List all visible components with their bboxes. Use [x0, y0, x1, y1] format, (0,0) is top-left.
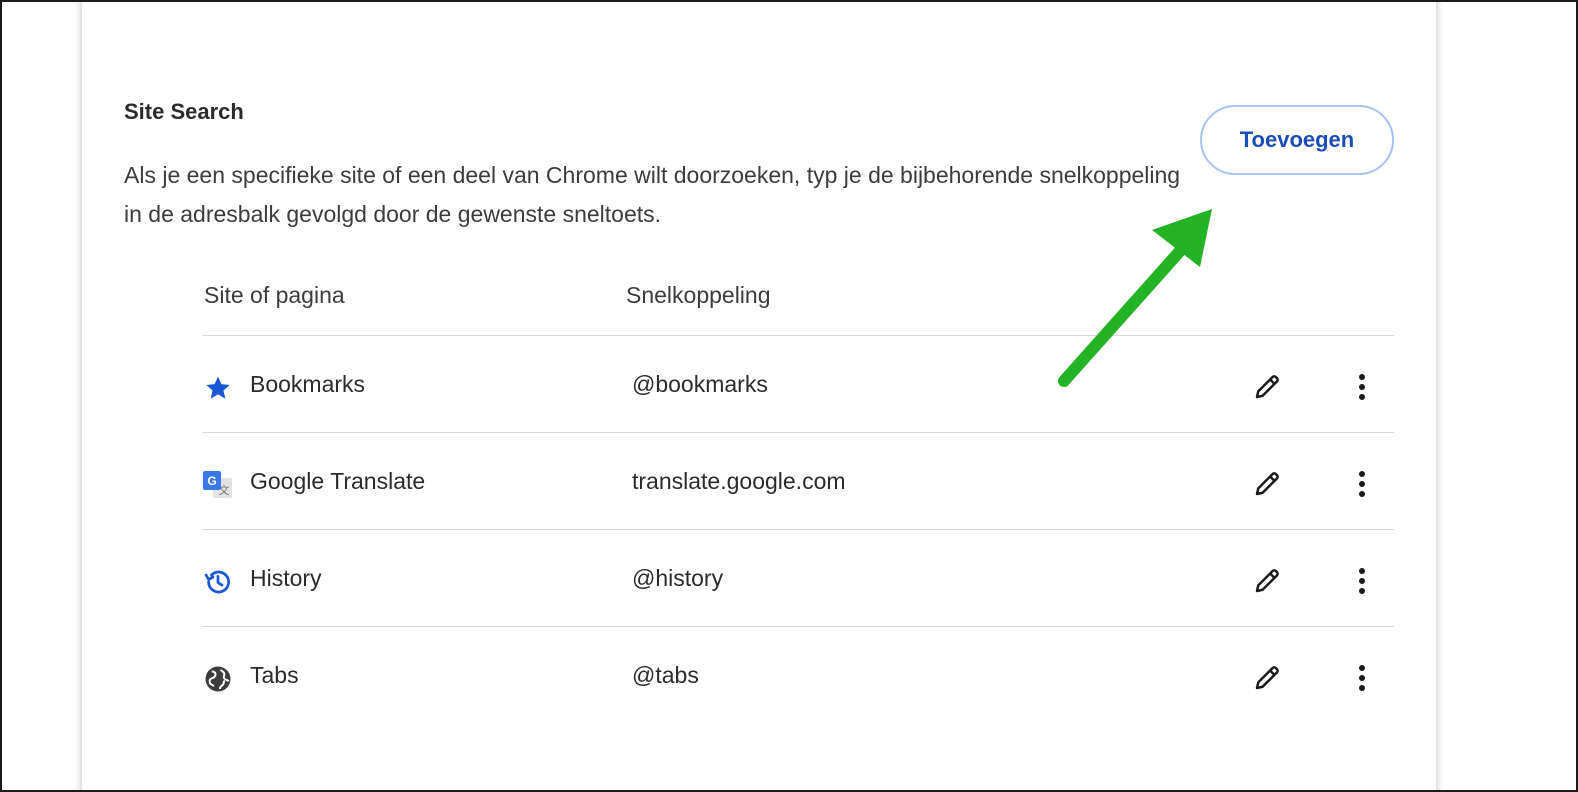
more-options-icon[interactable]: [1344, 659, 1380, 697]
table-row: History @history: [202, 530, 1394, 627]
site-search-table: Site of pagina Snelkoppeling Bookmarks @…: [202, 266, 1394, 724]
svg-text:G: G: [207, 474, 216, 488]
more-options-icon[interactable]: [1344, 562, 1380, 600]
edit-pencil-icon[interactable]: [1248, 659, 1286, 697]
table-row: Bookmarks @bookmarks: [202, 336, 1394, 433]
globe-icon: [202, 663, 234, 695]
row-site-name: Google Translate: [250, 468, 426, 494]
row-site-name: Bookmarks: [250, 371, 366, 397]
history-icon: [202, 566, 234, 598]
section-title: Site Search: [124, 99, 244, 124]
row-site-name: Tabs: [250, 662, 299, 688]
row-shortcut: @history: [632, 565, 724, 591]
row-shortcut: translate.google.com: [632, 468, 846, 494]
row-shortcut: @bookmarks: [632, 371, 768, 397]
column-header-shortcut: Snelkoppeling: [626, 282, 771, 308]
table-row: 文 G Google Translate translate.google.co…: [202, 433, 1394, 530]
table-header: Site of pagina Snelkoppeling: [202, 266, 1394, 336]
more-options-icon[interactable]: [1344, 465, 1380, 503]
edit-pencil-icon[interactable]: [1248, 465, 1286, 503]
settings-card: Site Search Als je een specifieke site o…: [82, 2, 1436, 790]
add-button[interactable]: Toevoegen: [1200, 105, 1394, 175]
row-shortcut: @tabs: [632, 662, 699, 688]
edit-pencil-icon[interactable]: [1248, 368, 1286, 406]
row-site-name: History: [250, 565, 322, 591]
screenshot-frame: Site Search Als je een specifieke site o…: [0, 0, 1578, 792]
column-header-site: Site of pagina: [204, 282, 345, 308]
more-options-icon[interactable]: [1344, 368, 1380, 406]
google-translate-icon: 文 G: [202, 469, 234, 501]
section-description: Als je een specifieke site of een deel v…: [124, 162, 1181, 227]
edit-pencil-icon[interactable]: [1248, 562, 1286, 600]
table-row: Tabs @tabs: [202, 627, 1394, 724]
star-icon: [202, 372, 234, 404]
